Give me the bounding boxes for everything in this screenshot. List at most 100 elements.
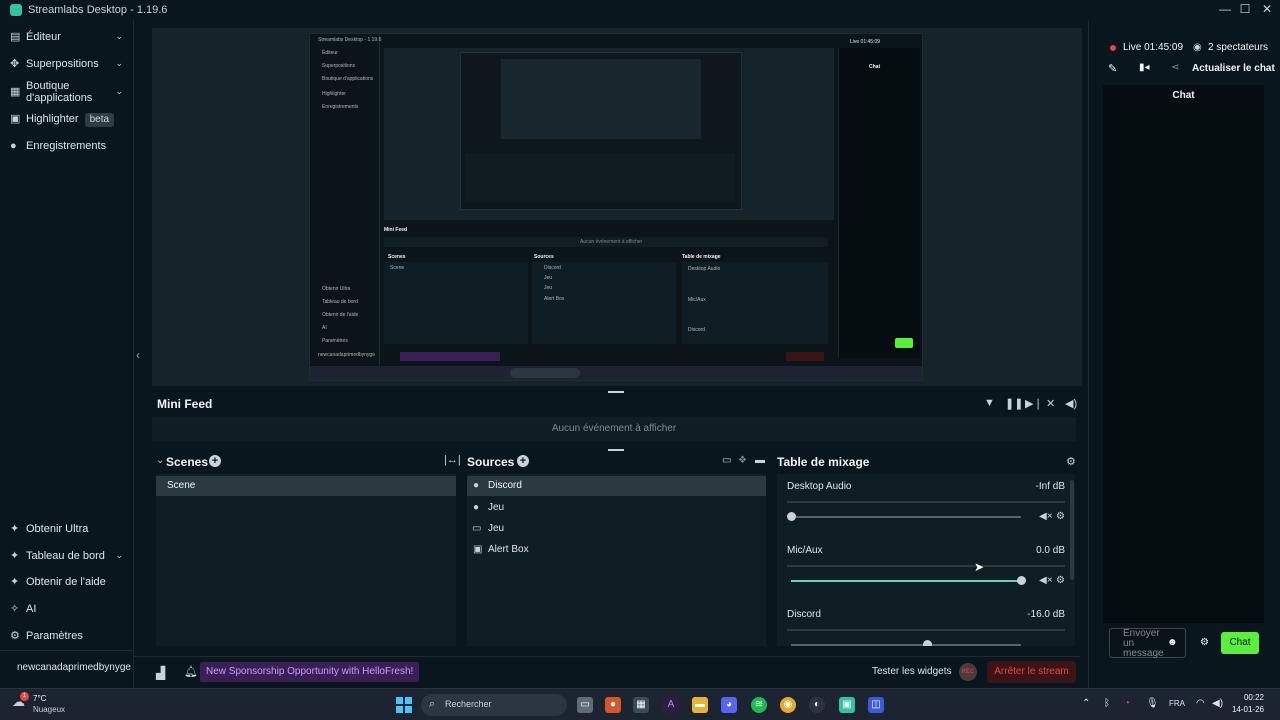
- sidebar-item-highlighter[interactable]: ▣ Highlighter beta: [0, 113, 133, 127]
- mixer-settings-icon[interactable]: ⚙: [1066, 455, 1076, 468]
- add-scene-icon[interactable]: +: [209, 455, 221, 467]
- explorer-icon[interactable]: ▬: [692, 697, 708, 713]
- settings-icon: ⚙: [10, 630, 20, 642]
- nested-source-4: Alert Box: [544, 296, 565, 302]
- notification-bell-icon[interactable]: 🔔︎: [184, 665, 198, 678]
- volume-slider[interactable]: [791, 516, 1021, 518]
- mixer-scrollbar[interactable]: [1070, 480, 1074, 580]
- minifeed-empty: Aucun événement à afficher: [152, 417, 1076, 441]
- nested-bottom-5: Paramètres: [322, 338, 348, 344]
- notification-banner[interactable]: New Sponsorship Opportunity with HelloFr…: [200, 662, 420, 682]
- sidebar-item-ultra[interactable]: ✦ Obtenir Ultra: [0, 523, 133, 537]
- username[interactable]: newcanadaprimedbynyge: [17, 662, 131, 673]
- editor-app-icon[interactable]: A: [663, 697, 679, 713]
- sidebar-item-ai[interactable]: ✧ AI: [0, 603, 133, 617]
- chat-panel: Chat: [1103, 85, 1264, 623]
- stats-icon[interactable]: ▟: [156, 666, 165, 680]
- maximize-button[interactable]: ☐: [1234, 2, 1256, 18]
- sidebar-item-overlays[interactable]: ✥ Superpositions ⌄: [0, 58, 133, 72]
- steam-icon[interactable]: ◐: [809, 697, 825, 713]
- edit-icon[interactable]: ✎: [1108, 62, 1117, 75]
- speaker-icon[interactable]: ◀): [1212, 698, 1223, 709]
- emoji-icon[interactable]: ☻: [1167, 637, 1178, 648]
- sidebar-item-editor[interactable]: ▤ Éditeur ⌄: [0, 31, 133, 45]
- wifi-icon[interactable]: ◠: [1196, 698, 1205, 709]
- source-item-game-capture[interactable]: ▭ Jeu: [467, 519, 766, 539]
- nested-preview: [384, 48, 834, 220]
- collapse-left-icon[interactable]: ‹: [136, 348, 140, 362]
- record-icon: ●: [10, 140, 17, 152]
- spotify-icon[interactable]: ≋: [751, 697, 767, 713]
- streamlabs-taskbar-icon[interactable]: ▣: [839, 697, 855, 713]
- camera-icon[interactable]: ▮◂: [1139, 62, 1150, 73]
- mute-icon[interactable]: ◀×: [1039, 511, 1053, 522]
- stop-stream-button[interactable]: Arrêter le stream: [987, 661, 1076, 683]
- folder-icon[interactable]: ▬: [755, 455, 765, 466]
- mute-alerts-icon[interactable]: ✕: [1046, 397, 1055, 410]
- clock-date[interactable]: 14-01-26: [1228, 705, 1264, 714]
- channel-name: Mic/Aux: [787, 545, 823, 556]
- sidebar-item-recordings[interactable]: ● Enregistrements: [0, 140, 133, 154]
- slider-knob[interactable]: [923, 640, 932, 646]
- volume-icon[interactable]: ◀): [1065, 397, 1077, 410]
- chat-input[interactable]: Envoyer un message ☻: [1109, 628, 1186, 659]
- source-item-alertbox[interactable]: ▣ Alert Box: [467, 540, 766, 560]
- volume-slider[interactable]: [791, 580, 1021, 582]
- source-group-icon[interactable]: ❖: [738, 455, 747, 466]
- test-widgets-button[interactable]: Tester les widgets: [872, 666, 951, 677]
- discord-icon[interactable]: ◕: [721, 697, 737, 713]
- rec-button[interactable]: REC: [959, 663, 977, 681]
- ultra-icon: ✦: [10, 523, 20, 535]
- windows-start-icon[interactable]: [396, 697, 412, 713]
- resize-handle-top[interactable]: [608, 391, 624, 393]
- channel-settings-icon[interactable]: ⚙: [1056, 575, 1065, 586]
- nested-bottom-3: Obtenir de l'aide: [322, 312, 359, 318]
- source-item-discord[interactable]: ● Discord: [467, 476, 766, 496]
- alert-icon: ▣: [473, 544, 483, 555]
- resize-handle-bottom[interactable]: [608, 449, 624, 451]
- firefox-icon[interactable]: ●: [605, 697, 621, 713]
- sidebar-item-store[interactable]: ▦ Boutique d'applications ⌄: [0, 80, 133, 104]
- collapse-icon[interactable]: ⌄: [156, 455, 164, 466]
- viewer-count: 2 spectateurs: [1208, 42, 1269, 53]
- slider-knob[interactable]: [1017, 576, 1026, 585]
- beta-badge: beta: [84, 113, 115, 127]
- scene-transition-icon[interactable]: |↔|: [444, 454, 461, 466]
- store-app-icon[interactable]: ▦: [633, 697, 649, 713]
- refresh-chat-button[interactable]: Actualiser le chat: [1192, 63, 1275, 74]
- sidebar-item-dashboard[interactable]: ✦ Tableau de bord ⌄: [0, 550, 133, 564]
- tray-app-icon[interactable]: ◔: [1124, 698, 1130, 709]
- clock-time[interactable]: 00:22: [1234, 693, 1264, 702]
- add-source-icon[interactable]: +: [517, 455, 529, 467]
- nested-sources-title: Sources: [534, 254, 554, 260]
- tray-chevron-up-icon[interactable]: ⌃: [1082, 698, 1090, 709]
- taskbar-search[interactable]: ⌕ Rechercher: [421, 694, 567, 716]
- preview-capture: Streamlabs Desktop - 1.19.6 Éditeur Supe…: [309, 33, 923, 381]
- filter-icon[interactable]: ▼: [984, 397, 995, 409]
- sidebar-item-help[interactable]: ✦ Obtenir de l'aide: [0, 576, 133, 590]
- volume-slider[interactable]: [791, 644, 1021, 646]
- source-item-game[interactable]: ● Jeu: [467, 498, 766, 518]
- skip-icon[interactable]: ▶❘: [1025, 397, 1043, 410]
- chat-settings-icon[interactable]: ⚙: [1200, 637, 1209, 648]
- sidebar-item-settings[interactable]: ⚙ Paramètres: [0, 630, 133, 644]
- chat-send-button[interactable]: Chat: [1221, 632, 1259, 654]
- pause-icon[interactable]: ❚❚: [1005, 397, 1023, 410]
- close-button[interactable]: ✕: [1256, 2, 1278, 18]
- language-indicator[interactable]: FRA: [1169, 699, 1185, 708]
- nested-live: Live 01:45:09: [850, 39, 881, 45]
- bluetooth-icon[interactable]: ᛒ: [1104, 698, 1110, 709]
- minimize-button[interactable]: —: [1214, 2, 1236, 18]
- volume-meter: [787, 629, 1065, 631]
- source-layout-icon[interactable]: ▭: [722, 455, 731, 466]
- task-view-icon[interactable]: ▭: [577, 697, 593, 713]
- channel-settings-icon[interactable]: ⚙: [1056, 511, 1065, 522]
- slider-knob[interactable]: [787, 512, 796, 521]
- app-taskbar-icon[interactable]: ◫: [868, 697, 884, 713]
- share-icon[interactable]: ⋖: [1171, 62, 1179, 73]
- mute-icon[interactable]: ◀×: [1039, 575, 1053, 586]
- chrome-icon[interactable]: ◉: [780, 697, 796, 713]
- nested-bottom-4: AI: [322, 325, 327, 331]
- microphone-icon[interactable]: 🎙︎: [1146, 698, 1159, 709]
- scene-item[interactable]: Scene: [156, 476, 456, 496]
